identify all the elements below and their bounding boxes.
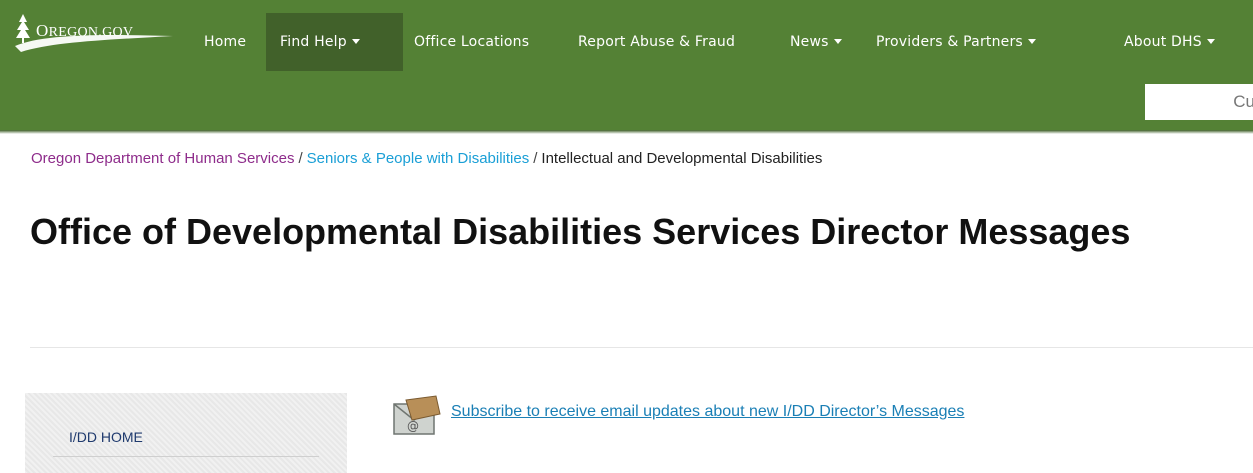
nav-about-dhs[interactable]: About DHS [1124,13,1215,71]
sidebar-divider [53,456,319,457]
chevron-down-icon [1027,39,1036,44]
chevron-down-icon [833,39,842,44]
email-envelope-icon[interactable]: @ [392,394,444,438]
nav-find-help[interactable]: Find Help [266,13,403,71]
subscribe-link[interactable]: Subscribe to receive email updates about… [451,403,964,421]
nav-office-locations[interactable]: Office Locations [414,13,529,71]
title-divider [30,347,1253,348]
breadcrumb-separator: / [533,150,538,167]
page-title: Office of Developmental Disabilities Ser… [30,211,1131,252]
svg-text:@: @ [407,419,419,433]
nav-providers-partners[interactable]: Providers & Partners [876,13,1036,71]
chevron-down-icon [1206,39,1215,44]
breadcrumb: Oregon Department of Human Services / Seni… [31,150,822,167]
breadcrumb-link-seniors[interactable]: Seniors & People with Disabilities [307,150,530,167]
nav-home[interactable]: Home [204,13,246,71]
nav-news[interactable]: News [790,13,842,71]
sidebar-item-idd-home[interactable]: I/DD HOME [69,429,143,445]
breadcrumb-separator: / [298,150,303,167]
sidebar: I/DD HOME [25,393,347,473]
nav-report-abuse-fraud[interactable]: Report Abuse & Fraud [578,13,735,71]
search-input[interactable] [1145,84,1253,120]
main-nav: Home Find Help Office Locations Report A… [0,0,1253,72]
breadcrumb-link-dhs[interactable]: Oregon Department of Human Services [31,150,294,167]
chevron-down-icon [351,39,360,44]
site-header: OREGON.GOV Home Find Help Office Locatio… [0,0,1253,130]
header-shadow [0,130,1253,134]
breadcrumb-current: Intellectual and Developmental Disabilit… [541,150,823,167]
